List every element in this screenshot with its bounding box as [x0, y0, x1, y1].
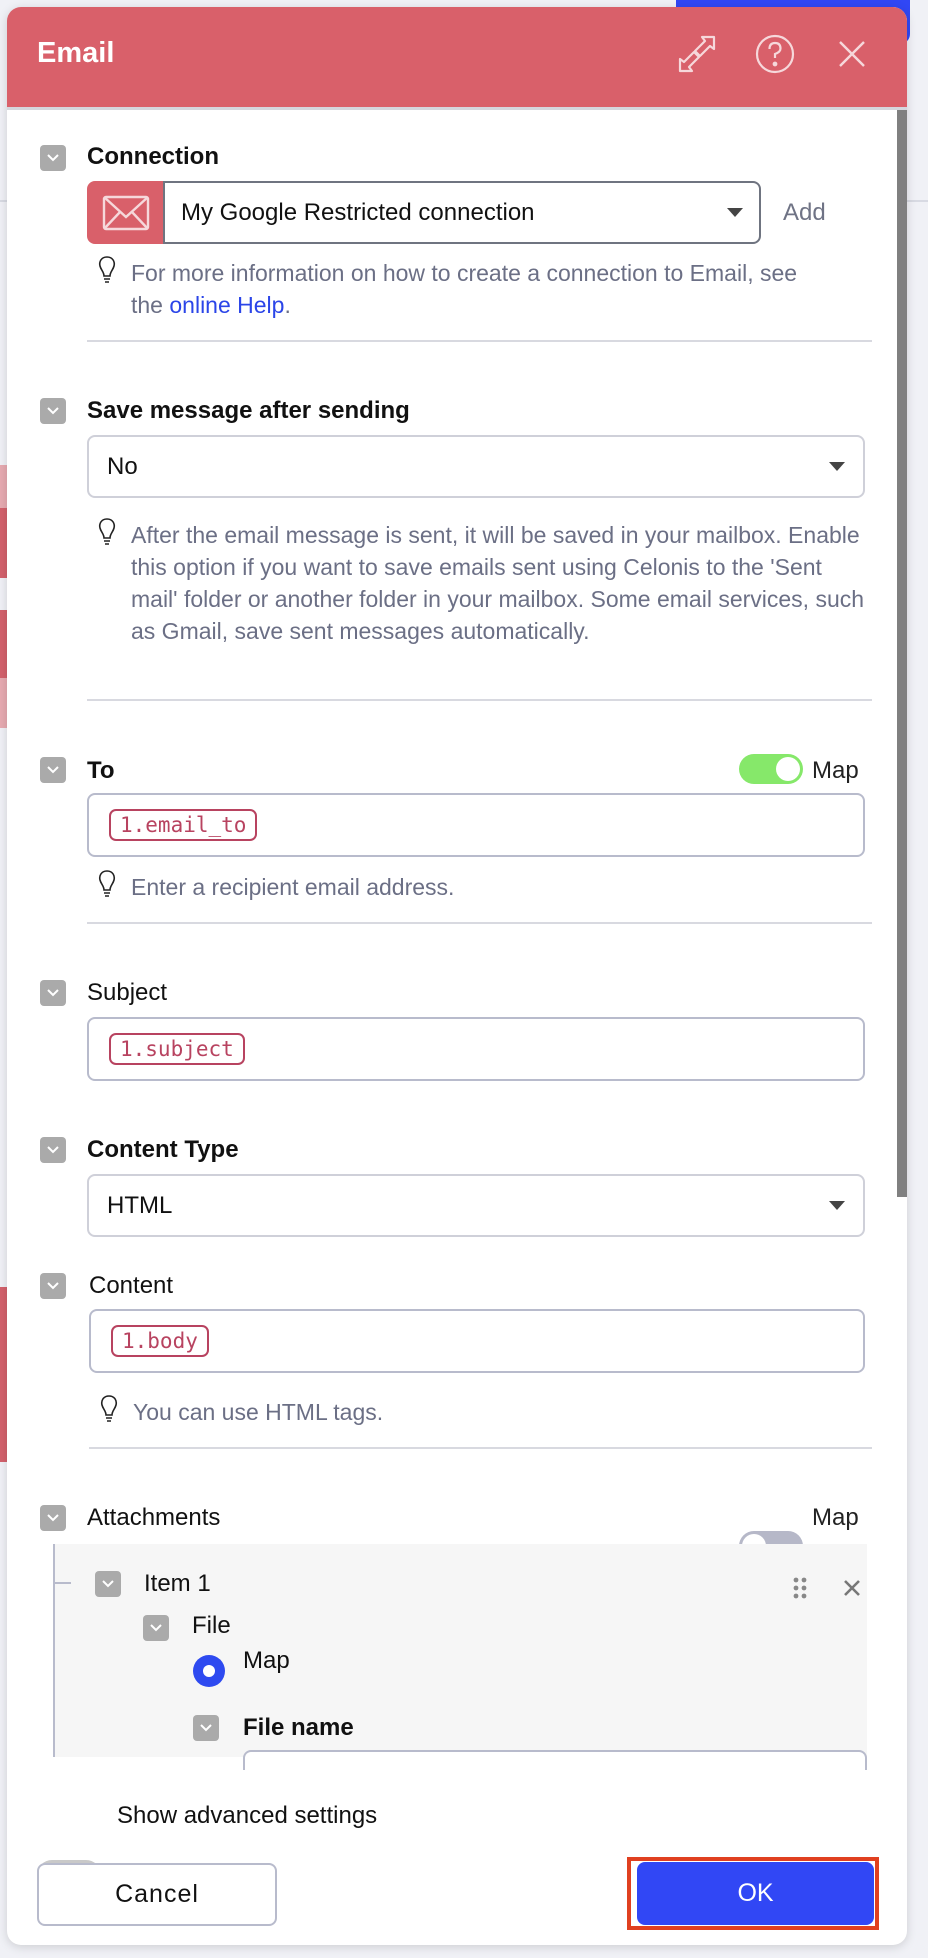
attachments-collapse-toggle[interactable] — [40, 1505, 66, 1531]
scrollbar[interactable] — [897, 110, 907, 1197]
chevron-down-icon — [47, 1282, 59, 1290]
lightbulb-icon — [98, 518, 116, 545]
mapped-variable-pill[interactable]: 1.body — [111, 1325, 209, 1357]
to-map-label: Map — [812, 757, 859, 784]
connection-select-value: My Google Restricted connection — [181, 198, 535, 226]
file-name-label: File name — [243, 1714, 354, 1741]
email-module-dialog: Email Connection My Google Restricted co… — [7, 7, 907, 1945]
subject-label: Subject — [87, 979, 168, 1006]
chevron-down-icon — [47, 407, 59, 415]
section-divider — [87, 922, 872, 924]
chevron-down-icon — [47, 1146, 59, 1154]
content-type-label: Content Type — [87, 1136, 239, 1163]
connection-hint-suffix: . — [284, 292, 291, 318]
expand-button[interactable] — [674, 31, 720, 77]
chevron-down-icon — [47, 154, 59, 162]
connection-select[interactable]: My Google Restricted connection — [163, 181, 761, 244]
expand-icon — [678, 35, 716, 73]
file-collapse-toggle[interactable] — [143, 1615, 169, 1641]
lightbulb-icon — [100, 1395, 118, 1422]
attachment-item-label: Item 1 — [144, 1570, 211, 1597]
add-connection-button[interactable]: Add — [783, 199, 826, 227]
dialog-title: Email — [37, 37, 115, 69]
to-map-toggle[interactable] — [739, 754, 803, 784]
connection-hint: For more information on how to create a … — [131, 257, 831, 321]
dropdown-caret-icon — [727, 208, 743, 217]
save-message-collapse-toggle[interactable] — [40, 398, 66, 424]
content-input[interactable]: 1.body — [89, 1309, 865, 1373]
subject-input[interactable]: 1.subject — [87, 1017, 865, 1081]
advanced-settings-label: Show advanced settings — [117, 1802, 378, 1829]
toggle-knob — [776, 757, 800, 781]
section-divider — [89, 1447, 872, 1449]
content-type-select-value: HTML — [107, 1191, 173, 1219]
to-input[interactable]: 1.email_to — [87, 793, 865, 857]
envelope-icon — [102, 195, 150, 230]
chevron-down-icon — [47, 1514, 59, 1522]
lightbulb-icon — [98, 256, 116, 283]
chevron-down-icon — [200, 1724, 212, 1732]
content-type-collapse-toggle[interactable] — [40, 1137, 66, 1163]
chevron-down-icon — [47, 766, 59, 774]
mapped-variable-pill[interactable]: 1.subject — [109, 1033, 245, 1065]
attachments-map-label: Map — [812, 1504, 859, 1531]
help-button[interactable] — [752, 31, 798, 77]
close-button[interactable] — [829, 31, 875, 77]
mapped-variable-pill[interactable]: 1.email_to — [109, 809, 258, 841]
ok-button[interactable]: OK — [637, 1862, 874, 1925]
remove-item-icon[interactable] — [842, 1578, 862, 1598]
to-collapse-toggle[interactable] — [40, 757, 66, 783]
connection-collapse-toggle[interactable] — [40, 145, 66, 171]
dropdown-caret-icon — [829, 1201, 845, 1210]
dialog-header: Email — [7, 7, 907, 110]
save-message-hint: After the email message is sent, it will… — [131, 522, 865, 644]
content-type-select[interactable]: HTML — [87, 1174, 865, 1237]
online-help-link[interactable]: online Help — [169, 292, 284, 318]
help-icon — [755, 34, 795, 74]
lightbulb-icon — [98, 870, 116, 897]
subject-collapse-toggle[interactable] — [40, 980, 66, 1006]
file-map-radio[interactable] — [193, 1655, 225, 1687]
cancel-button[interactable]: Cancel — [37, 1863, 277, 1926]
file-map-radio-label: Map — [243, 1647, 290, 1674]
save-message-select[interactable]: No — [87, 435, 865, 498]
chevron-down-icon — [47, 989, 59, 997]
section-divider — [87, 699, 872, 701]
connection-label: Connection — [87, 143, 219, 170]
file-label: File — [192, 1612, 231, 1639]
email-app-icon — [87, 181, 165, 244]
radio-dot — [203, 1665, 215, 1677]
chevron-down-icon — [102, 1580, 114, 1588]
item-collapse-toggle[interactable] — [95, 1571, 121, 1597]
section-divider — [87, 340, 872, 342]
file-name-collapse-toggle[interactable] — [193, 1715, 219, 1741]
content-collapse-toggle[interactable] — [40, 1273, 66, 1299]
tree-connector — [55, 1582, 71, 1584]
file-name-input[interactable] — [243, 1750, 867, 1770]
content-hint: You can use HTML tags. — [133, 1399, 384, 1425]
save-message-label: Save message after sending — [87, 397, 410, 424]
dropdown-caret-icon — [829, 462, 845, 471]
content-label: Content — [89, 1272, 174, 1299]
attachment-item-panel: Item 1 File Map File name — [53, 1544, 867, 1770]
to-label: To — [87, 757, 115, 784]
save-message-select-value: No — [107, 452, 138, 480]
to-hint: Enter a recipient email address. — [131, 874, 455, 900]
drag-handle-icon[interactable] — [792, 1576, 808, 1600]
close-icon — [839, 41, 865, 67]
chevron-down-icon — [150, 1624, 162, 1632]
attachments-label: Attachments — [87, 1504, 221, 1531]
